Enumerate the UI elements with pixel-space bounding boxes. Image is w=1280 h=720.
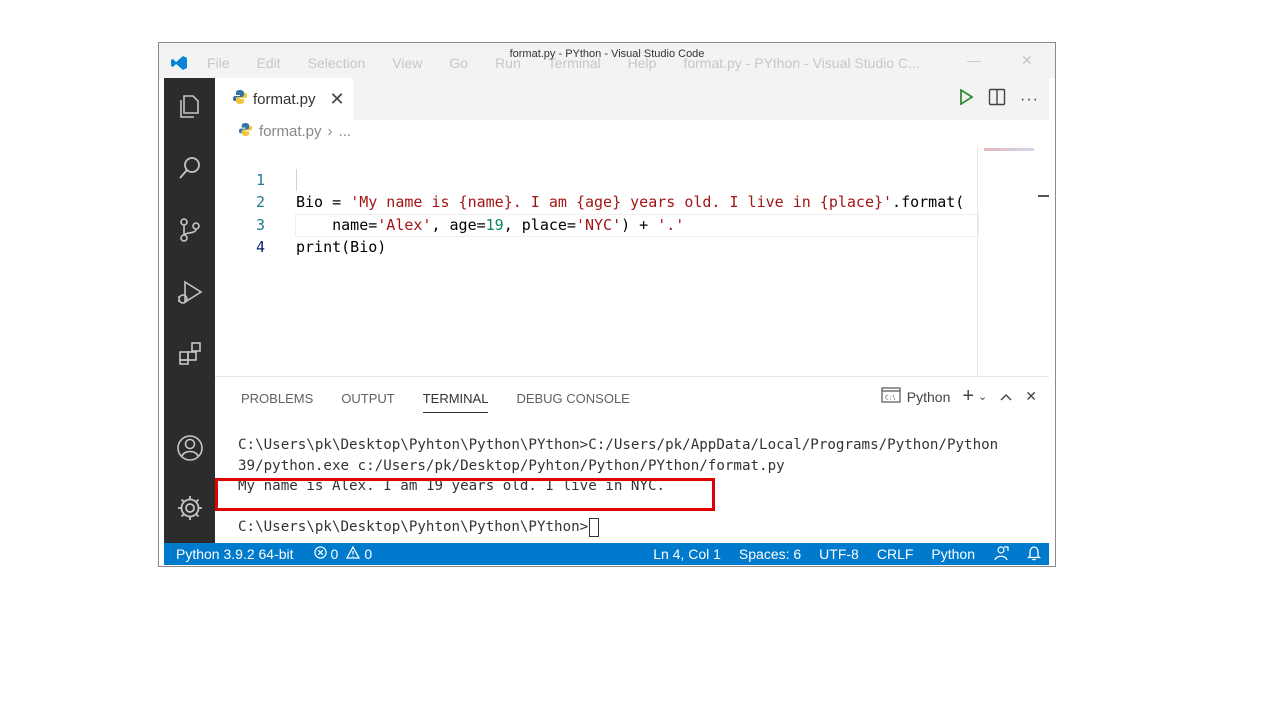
code-line: 2 name='Alex', age=19, place='NYC') + '.…	[215, 168, 975, 234]
problems-indicator[interactable]: 0 0	[313, 545, 373, 562]
python-interpreter[interactable]: Python 3.9.2 64-bit	[176, 546, 294, 562]
tab-terminal[interactable]: TERMINAL	[422, 391, 489, 413]
terminal-line: C:\Users\pk\Desktop\Pyhton\Python\PYthon…	[238, 437, 999, 453]
breadcrumb-python-icon	[239, 123, 252, 140]
status-bar: Python 3.9.2 64-bit 0 0 Ln 4, Col 1 Spac…	[164, 543, 1049, 565]
terminal-name: Python	[906, 388, 951, 405]
terminal-icon: C:\	[881, 387, 901, 406]
split-editor-icon[interactable]	[988, 88, 1006, 111]
indentation[interactable]: Spaces: 6	[739, 546, 801, 562]
error-count: 0	[330, 546, 339, 562]
indent-guide	[296, 168, 297, 191]
encoding[interactable]: UTF-8	[819, 546, 859, 562]
terminal-prompt-line: C:\Users\pk\Desktop\Pyhton\Python\PYthon…	[238, 517, 998, 538]
run-file-icon[interactable]	[958, 88, 974, 110]
close-panel-icon[interactable]: ✕	[1025, 388, 1037, 405]
error-icon	[313, 546, 327, 562]
new-terminal-plus-icon[interactable]: +	[962, 385, 974, 408]
terminal-dropdown-chevron-icon[interactable]: ⌄	[978, 390, 987, 403]
language-mode[interactable]: Python	[931, 546, 975, 562]
scrollbar-marker[interactable]	[1038, 195, 1049, 197]
tab-format-py[interactable]: format.py ✕	[215, 78, 353, 120]
bottom-panel: PROBLEMS OUTPUT TERMINAL DEBUG CONSOLE C…	[215, 376, 1049, 544]
tab-debug-console[interactable]: DEBUG CONSOLE	[516, 391, 629, 413]
tab-close-icon[interactable]: ✕	[330, 89, 345, 110]
search-icon[interactable]	[164, 148, 215, 188]
accounts-icon[interactable]	[164, 428, 215, 468]
code-editor[interactable]: 1 Bio = 'My name is {name}. I am {age} y…	[215, 146, 975, 257]
settings-gear-icon[interactable]	[164, 488, 215, 528]
line-content: print(Bio)	[296, 238, 387, 256]
minimap-preview	[984, 148, 1034, 151]
close-window-icon[interactable]: ✕	[1021, 52, 1033, 69]
status-right: Ln 4, Col 1 Spaces: 6 UTF-8 CRLF Python	[653, 543, 1042, 565]
run-debug-icon[interactable]	[164, 272, 215, 312]
code-line: 4	[215, 214, 975, 256]
code-line: 1 Bio = 'My name is {name}. I am {age} y…	[215, 146, 975, 212]
notifications-bell-icon[interactable]	[1026, 545, 1042, 564]
panel-tabs: PROBLEMS OUTPUT TERMINAL DEBUG CONSOLE	[241, 391, 630, 413]
panel-actions: C:\ Python + ⌄ ✕	[881, 385, 1037, 408]
terminal-selector[interactable]: C:\ Python	[881, 387, 951, 406]
line-number: 4	[255, 238, 265, 256]
terminal-line: 39/python.exe c:/Users/pk/Desktop/Pyhton…	[238, 457, 785, 474]
breadcrumb-file[interactable]: format.py	[259, 123, 322, 140]
svg-text:C:\: C:\	[885, 395, 896, 402]
code-line: 3 print(Bio)	[215, 191, 975, 257]
output-highlight-box	[215, 478, 715, 511]
terminal-cursor	[589, 517, 600, 537]
tab-problems[interactable]: PROBLEMS	[241, 391, 313, 413]
source-control-icon[interactable]	[164, 210, 215, 250]
breadcrumb-more[interactable]: ...	[339, 123, 352, 140]
editor-tab-bar: format.py ✕ ···	[215, 78, 1049, 120]
cursor-position[interactable]: Ln 4, Col 1	[653, 546, 721, 562]
python-file-icon	[233, 89, 247, 109]
extensions-icon[interactable]	[164, 334, 215, 374]
warning-icon	[346, 545, 361, 562]
activity-bar	[164, 78, 215, 543]
more-actions-icon[interactable]: ···	[1020, 91, 1039, 109]
breadcrumb: format.py › ...	[239, 123, 351, 140]
minimap[interactable]	[977, 146, 1042, 376]
tab-output[interactable]: OUTPUT	[341, 391, 394, 413]
maximize-panel-chevron-up-icon[interactable]	[999, 389, 1013, 405]
explorer-icon[interactable]	[164, 86, 215, 126]
feedback-icon[interactable]	[993, 545, 1009, 564]
minimize-icon[interactable]: —	[967, 52, 981, 68]
title-bar: File Edit Selection View Go Run Terminal…	[159, 43, 1055, 78]
line-ending[interactable]: CRLF	[877, 546, 914, 562]
editor-area: format.py ✕ ··· format.py › ... 1 Bio = …	[215, 78, 1049, 376]
breadcrumb-chevron-icon: ›	[327, 123, 333, 140]
window-title: format.py - PYthon - Visual Studio Code	[509, 48, 705, 60]
editor-actions: ···	[958, 88, 1039, 111]
warning-count: 0	[364, 546, 373, 562]
tab-label: format.py	[253, 90, 316, 108]
